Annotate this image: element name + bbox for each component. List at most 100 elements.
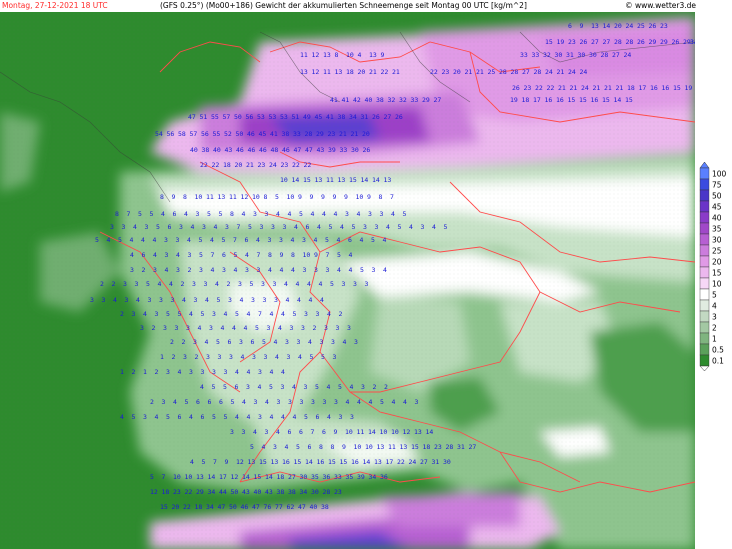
snow-value: 5 [337, 251, 341, 259]
snow-value: 4 [383, 236, 387, 244]
legend-swatch [699, 167, 710, 180]
snow-value: 4 [169, 280, 173, 288]
snow-value: 24 [626, 22, 634, 30]
legend-swatch [699, 233, 710, 246]
snow-value: 23 [442, 68, 450, 76]
snow-value: 23 [434, 443, 442, 451]
snow-value: 4 [210, 236, 214, 244]
snow-value: 13 [374, 458, 382, 466]
snow-value: 33 [520, 51, 528, 59]
snow-value: 4 [346, 398, 350, 406]
snow-value: 21 [557, 68, 565, 76]
snow-value: 15 [545, 38, 553, 46]
snow-value: 24 [545, 68, 553, 76]
snow-value: 6 [308, 443, 312, 451]
snow-value: 21 [351, 130, 359, 138]
snow-value: 3 [257, 266, 261, 274]
snow-value: 20 [453, 68, 461, 76]
snow-value: 3 [209, 324, 213, 332]
snow-value: 4 [276, 210, 280, 218]
snow-value: 4 [281, 413, 285, 421]
snow-value: 55 [213, 130, 221, 138]
snow-value: 46 [241, 503, 249, 511]
snow-value: 5 [212, 383, 216, 391]
snow-value: 15 [568, 96, 576, 104]
snow-value: 4 [161, 210, 165, 218]
snow-value: 2 [132, 368, 136, 376]
snow-value: 17 [533, 96, 541, 104]
snow-value: 4 [215, 280, 219, 288]
snow-value: 19 [557, 38, 565, 46]
snow-value: 6 [251, 338, 255, 346]
snow-value: 4 [187, 236, 191, 244]
snow-value: 32 [543, 51, 551, 59]
snow-value: 2 [152, 324, 156, 332]
snow-value: 24 [568, 68, 576, 76]
snow-value: 4 [158, 280, 162, 288]
snow-value: 2 [120, 310, 124, 318]
snow-value: 6 [228, 338, 232, 346]
snow-value: 4 [391, 210, 395, 218]
snow-value: 4 [130, 236, 134, 244]
snow-value: 10 [380, 428, 388, 436]
snow-value: 4 [285, 443, 289, 451]
snow-value: 8 [331, 443, 335, 451]
snow-value: 3 [324, 324, 328, 332]
snow-value: 13 [218, 193, 226, 201]
snow-value: 3 [202, 223, 206, 231]
snow-value: 5 [95, 236, 99, 244]
snow-value: 4 [327, 413, 331, 421]
snow-value: 4 [184, 210, 188, 218]
snow-value: 33 [293, 130, 301, 138]
snow-value: 23 [334, 488, 342, 496]
snow-value: 3 [363, 223, 367, 231]
snow-value: 20 [235, 161, 243, 169]
snow-value: 2 [182, 338, 186, 346]
snow-value: 15 [673, 84, 681, 92]
snow-value: 6 [245, 236, 249, 244]
snow-value: 27 [591, 38, 599, 46]
snow-value: 12 [241, 193, 249, 201]
snow-value: 8 [335, 51, 339, 59]
snow-value: 15 [254, 473, 262, 481]
snow-value: 3 [194, 296, 198, 304]
snow-value: 3 [253, 210, 257, 218]
snow-value: 24 [409, 458, 417, 466]
snow-value: 4 [141, 236, 145, 244]
snow-value: 5 [371, 236, 375, 244]
snow-value: 10 [346, 51, 354, 59]
snow-value: 5 [296, 443, 300, 451]
snow-value: 16 [545, 96, 553, 104]
snow-value: 7 [213, 458, 217, 466]
snow-value: 10 [173, 473, 181, 481]
snow-value: 21 [339, 130, 347, 138]
snow-value: 13 [384, 176, 392, 184]
snow-value: 3 [311, 398, 315, 406]
snow-value: 3 [258, 368, 262, 376]
snow-value: 3 [261, 280, 265, 288]
snow-value: 28 [305, 130, 313, 138]
snow-value: 3 [303, 266, 307, 274]
snow-value: 3 [246, 383, 250, 391]
snow-value: 3 [132, 310, 136, 318]
snow-value: 3 [375, 223, 379, 231]
snow-value: 8 [264, 193, 268, 201]
snow-value: 34 [300, 488, 308, 496]
snow-value: 27 [469, 443, 477, 451]
snow-value: 4 [403, 398, 407, 406]
snow-value: 5 [166, 413, 170, 421]
snow-value: 4 [293, 413, 297, 421]
snow-value: 3 [130, 266, 134, 274]
snow-value: 30 [300, 473, 308, 481]
snow-value: 7 [211, 251, 215, 259]
snow-value: 3 [283, 223, 287, 231]
snow-value: 40 [310, 503, 318, 511]
snow-value: 5 [315, 383, 319, 391]
snow-value: 18 [346, 68, 354, 76]
snow-value: 3 [135, 280, 139, 288]
snow-value: 4 [214, 223, 218, 231]
snow-value: 13 [315, 176, 323, 184]
snow-value: 14 [242, 473, 250, 481]
snow-value: 4 [221, 324, 225, 332]
snow-value: 5 [321, 353, 325, 361]
